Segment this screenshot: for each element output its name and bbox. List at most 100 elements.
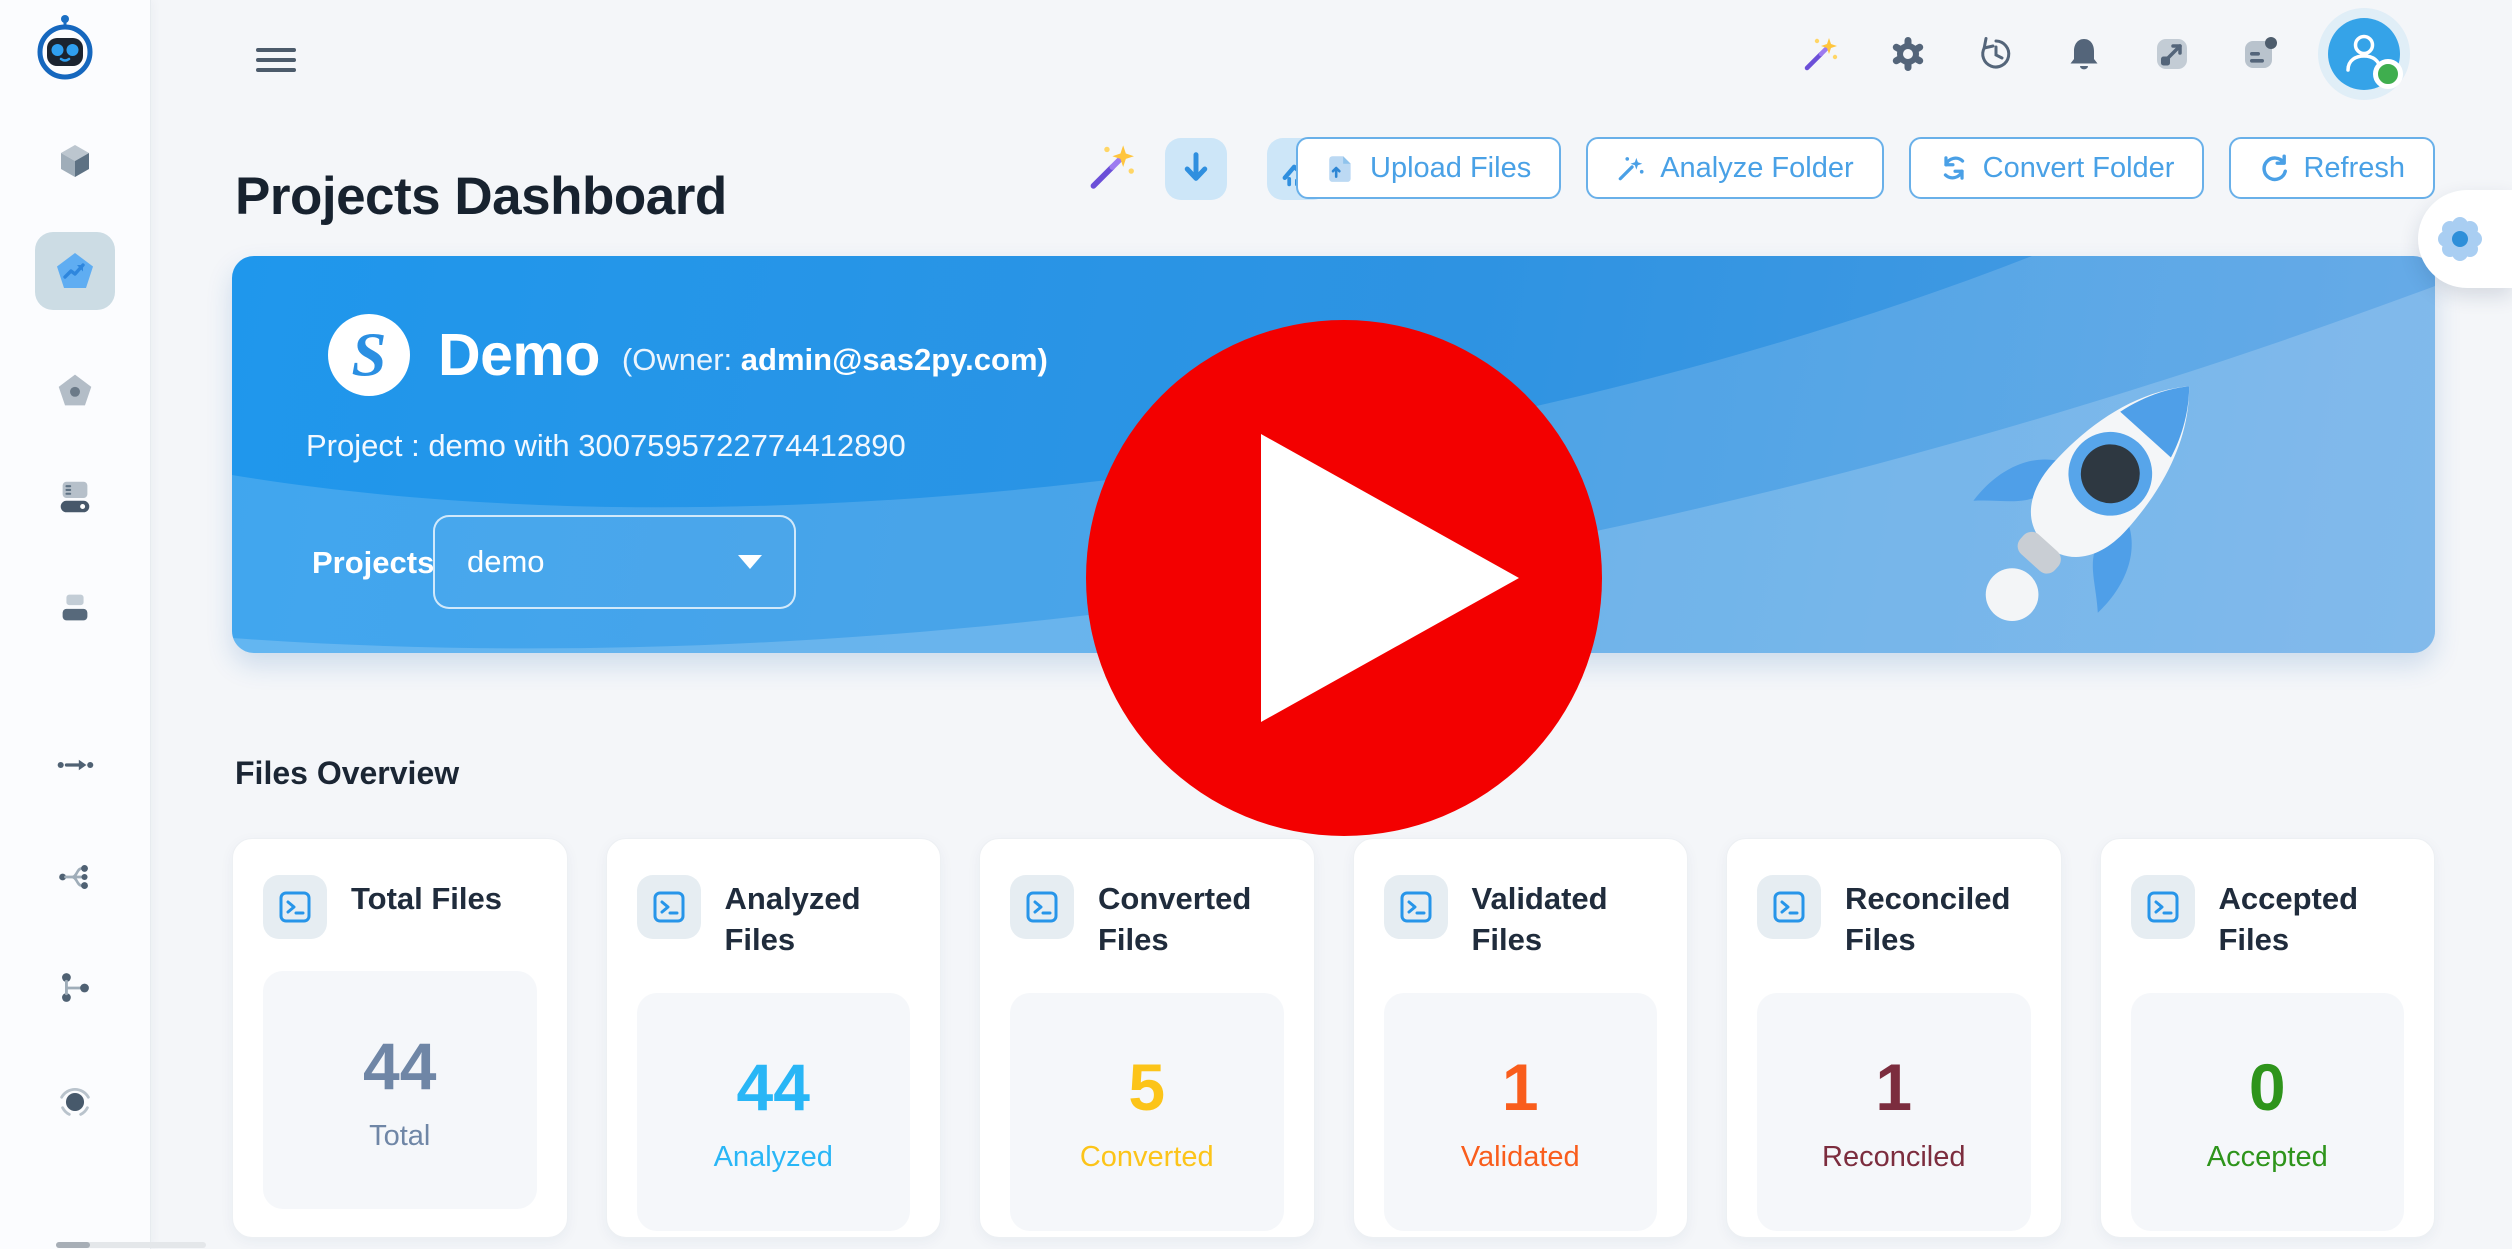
sidebar-item-server[interactable] <box>53 475 97 519</box>
pentagon-icon <box>55 371 95 409</box>
card-sublabel: Accepted <box>2207 1141 2328 1174</box>
card-value-panel: 44 Total <box>263 971 537 1209</box>
page-title: Projects Dashboard <box>235 166 727 227</box>
card-value-panel: 0 Accepted <box>2131 993 2405 1231</box>
flower-gear-icon <box>2436 215 2484 263</box>
logo-letter: S <box>352 320 387 390</box>
expand-icon[interactable] <box>2152 34 2192 74</box>
download-button[interactable] <box>1165 138 1227 200</box>
stat-card-accepted: Accepted Files 0 Accepted <box>2100 838 2436 1238</box>
analyze-folder-label: Analyze Folder <box>1660 152 1853 185</box>
card-value-panel: 1 Reconciled <box>1757 993 2031 1231</box>
sync-icon <box>1939 153 1969 183</box>
terminal-icon <box>1010 875 1074 939</box>
notifications-bell-icon[interactable] <box>2064 34 2104 74</box>
sidebar-item-modules[interactable] <box>53 138 97 182</box>
project-name: Demo <box>438 321 600 389</box>
terminal-icon <box>263 875 327 939</box>
robot-logo[interactable] <box>32 14 98 80</box>
card-value: 1 <box>1502 1049 1539 1125</box>
projects-label: Projects <box>312 545 434 581</box>
sas2py-logo-badge: S <box>328 314 410 396</box>
play-triangle-icon <box>1261 434 1519 722</box>
refresh-button[interactable]: Refresh <box>2229 137 2435 199</box>
stat-card-converted: Converted Files 5 Converted <box>979 838 1315 1238</box>
stat-card-total: Total Files 44 Total <box>232 838 568 1238</box>
chevron-down-icon <box>738 555 762 569</box>
history-icon[interactable] <box>1976 34 2016 74</box>
git-branch-icon <box>55 968 95 1008</box>
card-title: Validated Files <box>1472 879 1658 961</box>
sidebar-item-dashboard-active[interactable] <box>35 232 115 310</box>
sidebar <box>0 0 151 1249</box>
project-select-dropdown[interactable]: demo <box>433 515 796 609</box>
card-value-panel: 5 Converted <box>1010 993 1284 1231</box>
theme-settings-pill-button[interactable] <box>2418 190 2512 288</box>
video-play-button[interactable] <box>1086 320 1602 836</box>
card-value: 44 <box>363 1028 436 1104</box>
sidebar-item-branch[interactable] <box>53 966 97 1010</box>
selected-project-value: demo <box>467 544 545 580</box>
upload-file-icon <box>1326 153 1356 183</box>
project-owner: (Owner: admin@sas2py.com) <box>622 332 1048 378</box>
card-sublabel: Converted <box>1080 1141 1214 1174</box>
app-root: Projects Dashboard Uploa <box>0 0 2512 1249</box>
terminal-icon <box>2131 875 2195 939</box>
sidebar-item-mapping[interactable] <box>53 855 97 899</box>
settings-gear-icon[interactable] <box>1888 34 1928 74</box>
card-value-panel: 44 Analyzed <box>637 993 911 1231</box>
card-value: 0 <box>2249 1049 2286 1125</box>
radar-target-icon <box>55 1082 95 1122</box>
card-title: Reconciled Files <box>1845 879 2031 961</box>
upload-files-label: Upload Files <box>1370 152 1531 185</box>
cube-icon <box>55 140 95 180</box>
menu-hamburger-button[interactable] <box>256 42 296 78</box>
files-overview-cards: Total Files 44 Total Analyzed Files <box>232 838 2435 1238</box>
sidebar-item-home[interactable] <box>53 368 97 412</box>
title-magic-wand-icon[interactable] <box>1084 140 1138 194</box>
card-title: Accepted Files <box>2219 879 2405 961</box>
banner-brand-row: S Demo (Owner: admin@sas2py.com) <box>328 314 1048 396</box>
owner-email: admin@sas2py.com) <box>741 342 1048 377</box>
card-title: Converted Files <box>1098 879 1284 961</box>
terminal-icon <box>637 875 701 939</box>
owner-prefix: (Owner: <box>622 342 732 377</box>
stacked-bars-icon <box>55 587 95 627</box>
project-id-line: Project : demo with 3007595722774412890 <box>306 428 906 464</box>
card-value: 1 <box>1875 1049 1912 1125</box>
analyze-folder-button[interactable]: Analyze Folder <box>1586 137 1883 199</box>
horizontal-scrollbar[interactable] <box>56 1242 206 1248</box>
card-value-panel: 1 Validated <box>1384 993 1658 1231</box>
sidebar-item-layers[interactable] <box>53 585 97 629</box>
upload-files-button[interactable]: Upload Files <box>1296 137 1561 199</box>
analyze-wand-icon <box>1616 153 1646 183</box>
robot-logo-icon <box>32 14 98 80</box>
online-status-dot <box>2373 59 2403 89</box>
refresh-icon <box>2259 153 2289 183</box>
dashboard-trend-icon <box>53 250 97 292</box>
card-value: 44 <box>737 1049 810 1125</box>
user-avatar[interactable] <box>2328 18 2400 90</box>
sidebar-item-target[interactable] <box>53 1080 97 1124</box>
files-overview-heading: Files Overview <box>235 755 459 792</box>
server-icon <box>55 477 95 517</box>
stat-card-analyzed: Analyzed Files 44 Analyzed <box>606 838 942 1238</box>
rocket-illustration <box>1942 328 2262 638</box>
tree-branches-icon <box>55 857 95 897</box>
terminal-icon <box>1757 875 1821 939</box>
card-sublabel: Validated <box>1461 1141 1580 1174</box>
stat-card-reconciled: Reconciled Files 1 Reconciled <box>1726 838 2062 1238</box>
scrollbar-thumb[interactable] <box>56 1242 90 1248</box>
card-title: Total Files <box>351 879 502 920</box>
topbar-actions <box>1800 18 2400 90</box>
header-action-buttons: Upload Files Analyze Folder Convert Fold… <box>1296 137 2435 199</box>
convert-folder-button[interactable]: Convert Folder <box>1909 137 2205 199</box>
convert-folder-label: Convert Folder <box>1983 152 2175 185</box>
release-notes-icon[interactable] <box>2240 34 2280 74</box>
magic-wand-icon[interactable] <box>1800 34 1840 74</box>
sidebar-item-flow[interactable] <box>53 743 97 787</box>
refresh-label: Refresh <box>2303 152 2405 185</box>
card-value: 5 <box>1128 1049 1165 1125</box>
card-sublabel: Analyzed <box>714 1141 833 1174</box>
card-title: Analyzed Files <box>725 879 911 961</box>
